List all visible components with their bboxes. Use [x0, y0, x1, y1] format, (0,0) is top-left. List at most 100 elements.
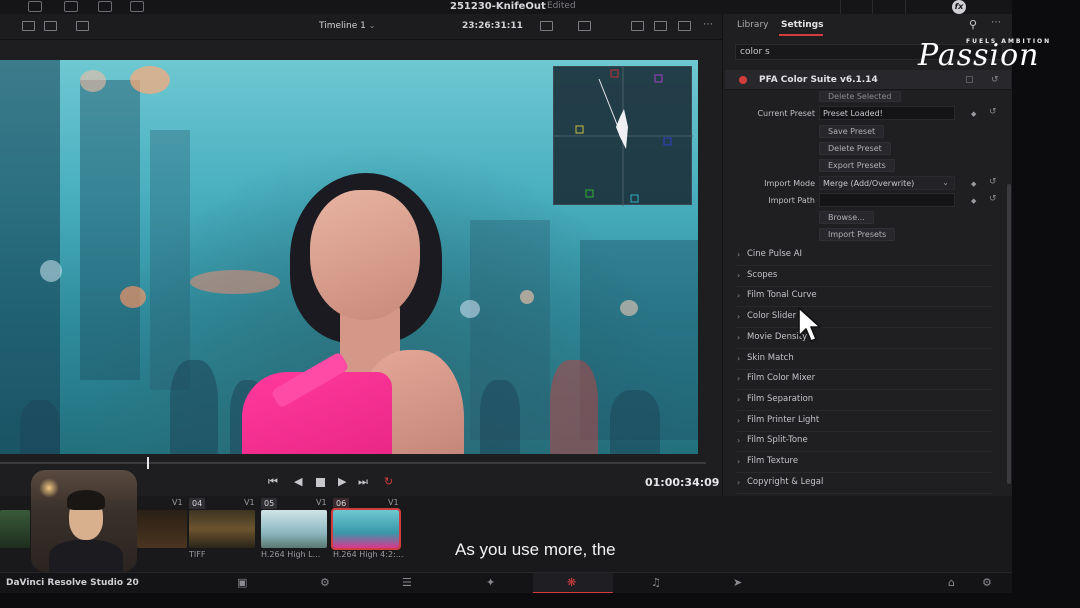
- color-picker-icon[interactable]: [631, 21, 644, 31]
- section-label: Scopes: [747, 269, 778, 280]
- effects-settings-panel: Library Settings ⚲ ⋯ color s PFA Color S…: [722, 14, 1012, 496]
- section-skin-match[interactable]: › Skin Match: [737, 350, 993, 370]
- timeline-selector[interactable]: Timeline 1 ⌄: [319, 21, 375, 31]
- bokeh-light: [520, 290, 534, 304]
- panel-options-icon[interactable]: ⋯: [991, 17, 1001, 28]
- go-to-start-icon[interactable]: ⏮: [268, 476, 278, 488]
- effects-icon[interactable]: [64, 1, 78, 12]
- chevron-right-icon: ›: [737, 415, 741, 425]
- clip-caption: TIFF: [189, 550, 206, 559]
- chevron-down-icon: ⌄: [368, 21, 376, 30]
- layout-single-icon[interactable]: [22, 21, 35, 31]
- video-viewer[interactable]: [0, 60, 698, 454]
- page-navigation-bar: DaVinci Resolve Studio 20 ▣ ⚙ ☰ ✦ ❋ ♫ ➤ …: [0, 572, 1012, 593]
- delete-preset-button[interactable]: Delete Preset: [819, 142, 891, 155]
- keyframe-icon[interactable]: ◆: [971, 197, 976, 205]
- section-film-texture[interactable]: › Film Texture: [737, 453, 993, 473]
- section-movie-density[interactable]: › Movie Density: [737, 329, 993, 349]
- playhead-timecode: 01:00:34:09: [645, 476, 720, 489]
- building-shape: [80, 80, 140, 380]
- import-presets-button[interactable]: Import Presets: [819, 228, 896, 241]
- section-label: Color Slider: [747, 311, 797, 322]
- section-label: Skin Match: [747, 352, 794, 363]
- home-icon[interactable]: ⌂: [948, 576, 955, 590]
- layout-dual-icon[interactable]: [44, 21, 57, 31]
- timeline-timecode: 23:26:31:11: [462, 21, 523, 31]
- section-copyright-legal[interactable]: › Copyright & Legal: [737, 474, 993, 494]
- clip-number: 04: [189, 498, 206, 509]
- keyframe-icon[interactable]: ◆: [971, 110, 976, 118]
- settings-gear-icon[interactable]: ⚙: [982, 576, 992, 590]
- tab-library[interactable]: Library: [737, 20, 768, 30]
- clip-thumbnail-selected[interactable]: [331, 508, 401, 550]
- fusion-page-icon[interactable]: ✦: [486, 576, 495, 590]
- chevron-right-icon: ›: [737, 477, 741, 487]
- clip-thumbnail[interactable]: [261, 510, 327, 548]
- active-tab-indicator: [779, 34, 823, 36]
- color-page-tab[interactable]: ❋: [533, 573, 613, 593]
- section-label: Film Separation: [747, 393, 814, 404]
- section-film-printer-light[interactable]: › Film Printer Light: [737, 412, 993, 432]
- inspector-icon[interactable]: [905, 0, 935, 14]
- search-icon[interactable]: ⚲: [969, 18, 977, 31]
- edit-page-icon[interactable]: ☰: [402, 576, 412, 590]
- import-mode-select[interactable]: Merge (Add/Overwrite) ⌄: [819, 176, 955, 190]
- chevron-right-icon: ›: [737, 312, 741, 322]
- go-to-end-icon[interactable]: ⏭: [358, 476, 368, 488]
- section-scopes[interactable]: › Scopes: [737, 267, 993, 287]
- section-film-tonal-curve[interactable]: › Film Tonal Curve: [737, 287, 993, 308]
- section-cine-pulse-ai[interactable]: › Cine Pulse AI: [737, 246, 993, 266]
- fx-icon[interactable]: fx: [952, 0, 966, 14]
- edit-index-icon[interactable]: [98, 1, 112, 12]
- clip-caption: H.264 High L...: [261, 550, 321, 559]
- tab-settings[interactable]: Settings: [781, 20, 823, 30]
- section-film-separation[interactable]: › Film Separation: [737, 391, 993, 411]
- reset-icon[interactable]: ↺: [989, 107, 997, 117]
- chevron-right-icon: ›: [737, 394, 741, 404]
- current-preset-field[interactable]: Preset Loaded!: [819, 106, 955, 120]
- chevron-right-icon: ›: [737, 250, 741, 259]
- layout-grid-icon[interactable]: [76, 21, 89, 31]
- viewer-mode-icon[interactable]: [540, 21, 553, 31]
- app-name: DaVinci Resolve Studio 20: [6, 578, 139, 588]
- panel-scrollbar[interactable]: [1007, 184, 1011, 484]
- reset-icon[interactable]: ↺: [989, 177, 997, 187]
- stop-icon[interactable]: [316, 478, 325, 487]
- keyframe-icon[interactable]: ◆: [971, 180, 976, 188]
- section-color-slider[interactable]: › Color Slider: [737, 308, 993, 329]
- import-path-field[interactable]: [819, 193, 955, 207]
- play-icon[interactable]: ▶: [338, 476, 346, 488]
- overlay-icon[interactable]: [578, 21, 591, 31]
- loop-icon[interactable]: ↻: [384, 476, 393, 488]
- media-pool-icon[interactable]: [28, 1, 42, 12]
- clip-thumbnail[interactable]: [189, 510, 255, 548]
- cut-page-icon[interactable]: ⚙: [320, 576, 330, 590]
- metadata-icon[interactable]: [872, 0, 902, 14]
- sound-library-icon[interactable]: [130, 1, 144, 12]
- fullscreen-icon[interactable]: [678, 21, 691, 31]
- export-presets-button[interactable]: Export Presets: [819, 159, 895, 172]
- presenter-webcam: [31, 470, 137, 572]
- clip-thumbnail[interactable]: [137, 510, 187, 548]
- palette-icon[interactable]: [654, 21, 667, 31]
- crowd-figure: [170, 360, 218, 454]
- section-film-split-tone[interactable]: › Film Split-Tone: [737, 432, 993, 453]
- playhead[interactable]: [147, 457, 149, 469]
- fairlight-page-icon[interactable]: ♫: [651, 576, 661, 590]
- deliver-page-icon[interactable]: ➤: [733, 576, 742, 590]
- more-options-icon[interactable]: ⋯: [703, 19, 713, 30]
- browse-button[interactable]: Browse...: [819, 211, 874, 224]
- reset-icon[interactable]: ↺: [989, 194, 997, 204]
- scrubber-track[interactable]: [0, 462, 706, 464]
- vectorscope-graph: [554, 67, 693, 206]
- building-shape: [0, 60, 60, 454]
- media-page-icon[interactable]: ▣: [237, 576, 247, 590]
- project-status: Edited: [547, 1, 576, 11]
- mixer-icon[interactable]: [840, 0, 870, 14]
- delete-selected-button[interactable]: Delete Selected: [819, 91, 901, 102]
- play-reverse-icon[interactable]: ◀: [294, 476, 302, 488]
- section-film-color-mixer[interactable]: › Film Color Mixer: [737, 370, 993, 391]
- clip-thumbnail[interactable]: [0, 510, 30, 548]
- save-preset-button[interactable]: Save Preset: [819, 125, 885, 138]
- plugin-enable-icon[interactable]: [739, 76, 747, 84]
